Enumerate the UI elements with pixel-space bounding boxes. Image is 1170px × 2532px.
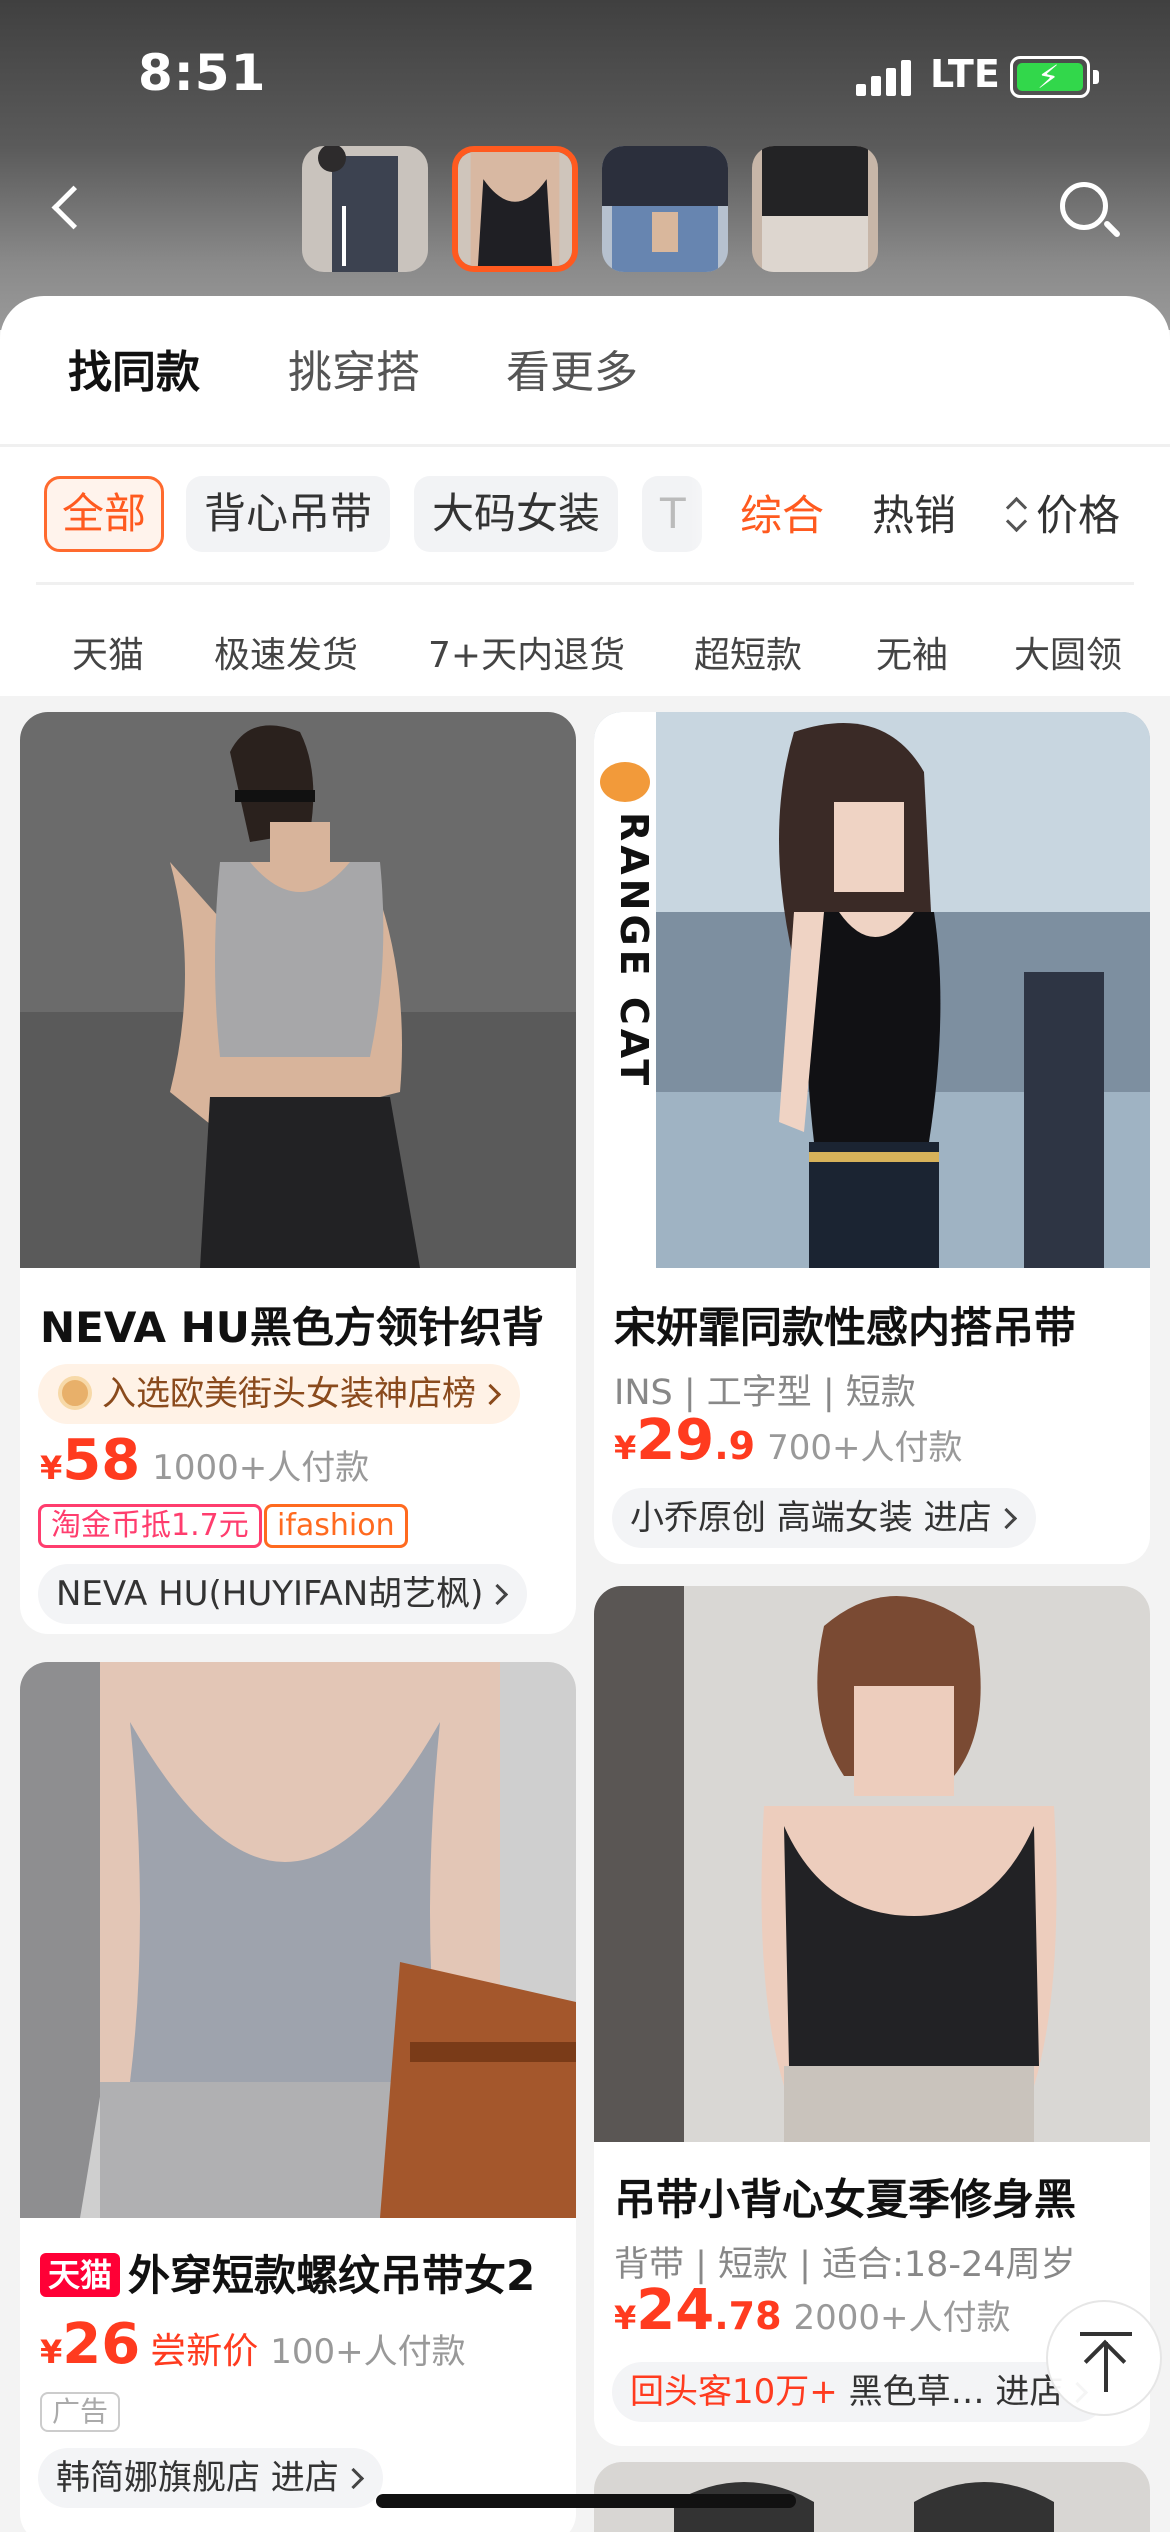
filter-super-short[interactable]: 超短款 <box>694 626 802 678</box>
product-image[interactable] <box>20 1662 576 2218</box>
coin-discount-tag: 淘金币抵1.7元 <box>38 1504 262 1548</box>
sort-default[interactable]: 综合 <box>740 482 824 543</box>
repeat-customer-label: 回头客10万+ <box>630 2372 838 2412</box>
battery-icon: ⚡ <box>1010 56 1099 98</box>
price-row: ¥29.9 700+人付款 <box>614 1408 963 1473</box>
sales-count: 2000+人付款 <box>793 2298 1011 2338</box>
divider <box>36 582 1134 585</box>
search-button[interactable] <box>1054 176 1126 248</box>
sort-arrows-icon <box>1006 494 1026 534</box>
divider <box>0 444 1170 447</box>
product-title[interactable]: 吊带小背心女夏季修身黑 <box>614 2166 1144 2227</box>
thumbnail-2-selected[interactable] <box>452 146 578 272</box>
back-to-top-button[interactable] <box>1046 2300 1162 2416</box>
ad-label: 广告 <box>40 2392 121 2432</box>
results-sheet: 找同款 挑穿搭 看更多 全部 背心吊带 大码女装 T 综合 热销 价格 天猫 极… <box>0 296 1170 696</box>
product-card[interactable]: 天猫 外穿短款螺纹吊带女2 ¥26 尝新价 100+人付款 广告 韩简娜旗舰店 进店 <box>20 1662 576 2532</box>
price: 26 <box>62 2312 141 2377</box>
content-tabs: 找同款 挑穿搭 看更多 <box>0 336 1170 446</box>
product-card[interactable]: NEVA HU黑色方领针织背 入选欧美街头女装神店榜 ¥58 1000+人付款 淘… <box>20 712 576 1634</box>
signal-icon <box>856 60 914 96</box>
price-row: ¥24.78 2000+人付款 <box>614 2278 1011 2343</box>
shop-link[interactable]: 回头客10万+ 黑色草… 进店 <box>612 2362 1108 2422</box>
chip-plus-size[interactable]: 大码女装 <box>414 476 619 552</box>
medal-icon <box>58 1376 92 1410</box>
filter-7-day-return[interactable]: 7+天内退货 <box>428 626 625 678</box>
price-row: ¥58 1000+人付款 <box>40 1428 370 1493</box>
shop-link[interactable]: NEVA HU(HUYIFAN胡艺枫) <box>38 1564 528 1624</box>
brand-watermark: RANGE CAT <box>612 812 656 1090</box>
back-button[interactable] <box>36 170 96 250</box>
orange-cat-logo-icon <box>600 762 650 802</box>
status-time: 8:51 <box>138 44 267 102</box>
price: 29 <box>636 1408 715 1473</box>
filter-round-neck[interactable]: 大圆领 <box>1014 626 1122 678</box>
product-title[interactable]: 天猫 外穿短款螺纹吊带女2 <box>40 2242 570 2303</box>
tab-see-more[interactable]: 看更多 <box>506 336 638 400</box>
sales-count: 100+人付款 <box>270 2332 466 2372</box>
filter-sleeveless[interactable]: 无袖 <box>876 626 948 678</box>
thumbnail-1[interactable] <box>302 146 428 272</box>
filter-fast-shipping[interactable]: 极速发货 <box>214 626 358 678</box>
ifashion-tag: ifashion <box>264 1504 408 1548</box>
chip-tank-tops[interactable]: 背心吊带 <box>186 476 391 552</box>
network-label: LTE <box>930 52 1000 96</box>
sort-price[interactable]: 价格 <box>1036 482 1120 543</box>
price: 24 <box>636 2278 715 2343</box>
product-title[interactable]: 宋妍霏同款性感内搭吊带 <box>614 1294 1144 1355</box>
price: 58 <box>62 1428 141 1493</box>
sales-count: 1000+人付款 <box>152 1448 370 1488</box>
tab-find-same[interactable]: 找同款 <box>68 336 200 400</box>
tab-outfit[interactable]: 挑穿搭 <box>288 336 420 400</box>
chip-all[interactable]: 全部 <box>44 476 165 552</box>
top-bar: 8:51 LTE ⚡ <box>0 0 1170 330</box>
sort-best-selling[interactable]: 热销 <box>872 482 956 543</box>
trial-price-label: 尝新价 <box>150 2331 259 2372</box>
search-icon <box>1060 182 1108 230</box>
sales-count: 700+人付款 <box>767 1428 963 1468</box>
product-image[interactable] <box>594 1586 1150 2142</box>
price-row: ¥26 尝新价 100+人付款 <box>40 2312 466 2377</box>
filter-tmall[interactable]: 天猫 <box>72 626 144 678</box>
thumbnail-4[interactable] <box>752 146 878 272</box>
product-image[interactable] <box>20 712 576 1268</box>
product-title[interactable]: NEVA HU黑色方领针织背 <box>40 1294 570 1355</box>
product-image[interactable]: RANGE CAT <box>594 712 1150 1268</box>
home-indicator[interactable] <box>376 2494 796 2508</box>
tmall-badge: 天猫 <box>40 2253 121 2297</box>
ranking-badge[interactable]: 入选欧美街头女装神店榜 <box>38 1364 520 1424</box>
thumbnail-3[interactable] <box>602 146 728 272</box>
shop-link[interactable]: 小乔原创 高端女装 进店 <box>612 1488 1036 1548</box>
shop-link[interactable]: 韩简娜旗舰店 进店 <box>38 2448 383 2508</box>
product-card[interactable]: RANGE CAT 宋妍霏同款性感内搭吊带 INS | 工字型 | 短款 ¥29… <box>594 712 1150 1564</box>
